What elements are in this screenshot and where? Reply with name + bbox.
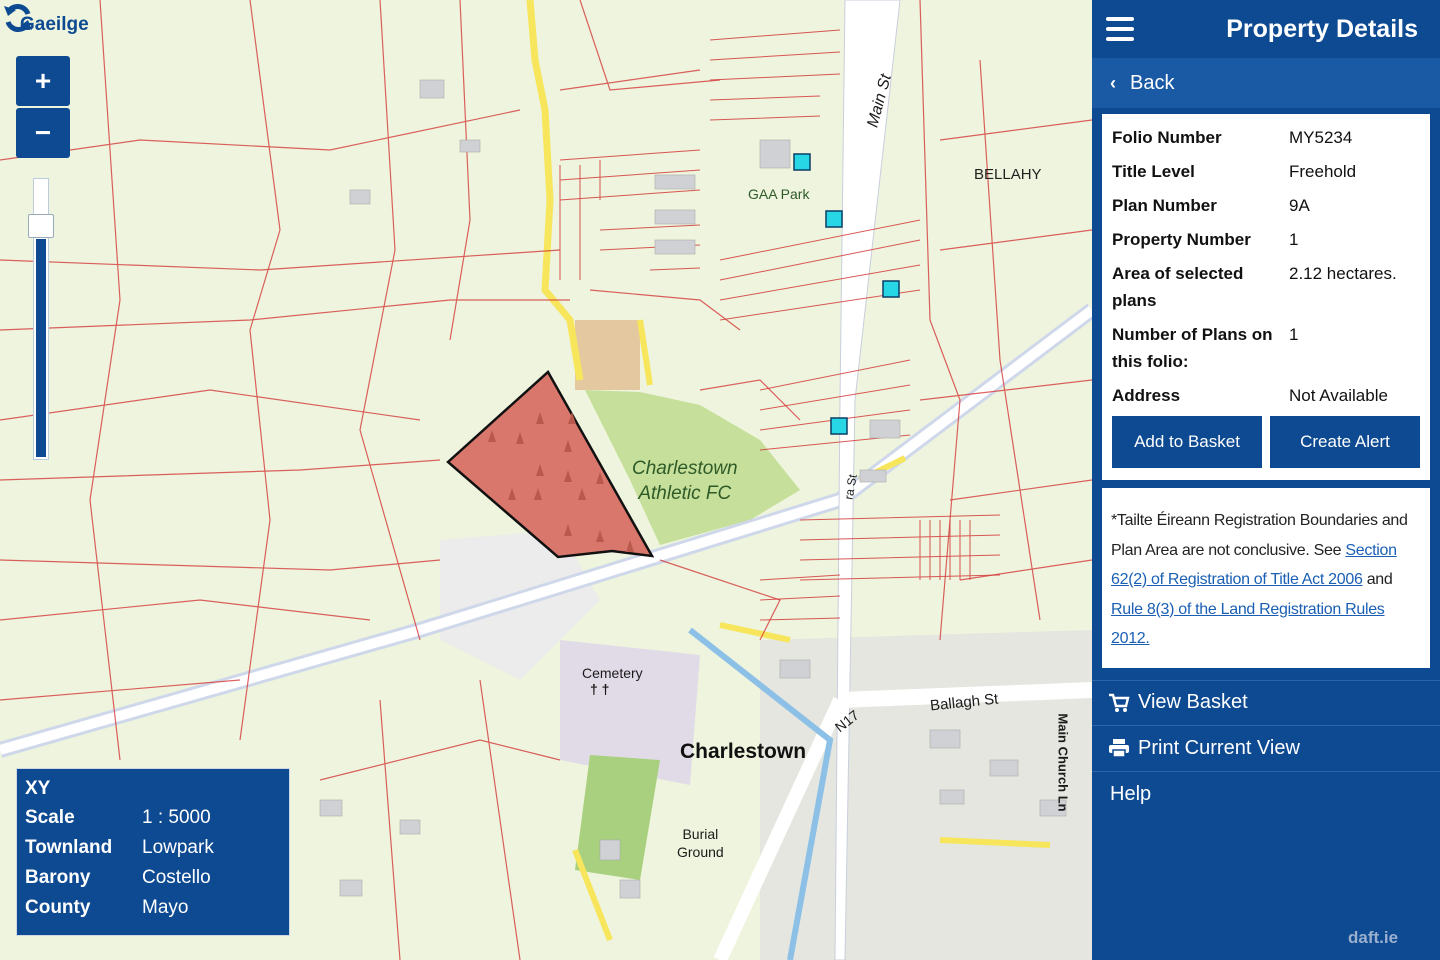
- cart-icon: [1109, 693, 1130, 712]
- sidebar-header: Property Details: [1092, 0, 1440, 58]
- detail-key: Address: [1112, 386, 1181, 405]
- info-key: County: [25, 897, 91, 918]
- detail-value: MY5234: [1289, 128, 1353, 147]
- disclaimer-note: *Tailte Éireann Registration Boundaries …: [1102, 488, 1430, 668]
- view-basket-label: View Basket: [1138, 691, 1248, 713]
- map-label-cemetery: Cemetery † †: [582, 665, 643, 697]
- cemetery-label-text: Cemetery: [582, 665, 643, 681]
- map-label-bellahy: BELLAHY: [974, 166, 1042, 183]
- detail-row-plan-number: Plan Number 9A: [1112, 192, 1420, 219]
- view-basket-menu-item[interactable]: View Basket: [1092, 679, 1440, 726]
- info-value: Lowpark: [142, 837, 214, 858]
- disclaimer-and-text: and: [1362, 571, 1393, 588]
- help-menu-item[interactable]: Help: [1092, 772, 1440, 818]
- info-row-townland: Townland Lowpark: [25, 833, 281, 863]
- cemetery-cross-icon: † †: [590, 681, 610, 697]
- info-value: Mayo: [142, 897, 189, 918]
- map-label-athletic-fc: Charlestown Athletic FC: [632, 456, 738, 506]
- detail-row-number-of-plans: Number of Plans on this folio: 1: [1112, 321, 1420, 375]
- property-details-card: Folio Number MY5234 Title Level Freehold…: [1102, 114, 1430, 480]
- chevron-left-icon: ‹: [1110, 72, 1116, 93]
- info-row-barony: Barony Costello: [25, 863, 281, 893]
- back-button[interactable]: ‹ Back: [1092, 58, 1440, 108]
- add-to-basket-button[interactable]: Add to Basket: [1112, 416, 1262, 468]
- detail-value: 1: [1289, 230, 1299, 249]
- detail-row-title-level: Title Level Freehold: [1112, 158, 1420, 185]
- detail-key: Folio Number: [1112, 128, 1222, 147]
- detail-key: Plan Number: [1112, 196, 1217, 215]
- detail-key: Area of selected plans: [1112, 264, 1244, 310]
- map-canvas[interactable]: Gaeilge BELLAHY GAA Park Charlestown Ath…: [0, 0, 1092, 960]
- zoom-slider-handle[interactable]: [28, 214, 54, 238]
- hamburger-menu-icon[interactable]: [1106, 17, 1134, 41]
- info-value: Costello: [142, 867, 211, 888]
- burial-label-line1: Burial: [682, 826, 719, 842]
- detail-value: 9A: [1289, 196, 1310, 215]
- detail-row-property-number: Property Number 1: [1112, 226, 1420, 253]
- zoom-in-button[interactable]: +: [16, 56, 70, 106]
- help-label: Help: [1110, 783, 1152, 805]
- detail-key: Number of Plans on this folio:: [1112, 325, 1273, 371]
- sidebar-title: Property Details: [1226, 14, 1418, 43]
- zoom-out-button[interactable]: −: [16, 108, 70, 158]
- create-alert-button[interactable]: Create Alert: [1270, 416, 1420, 468]
- print-view-menu-item[interactable]: Print Current View: [1092, 726, 1440, 772]
- property-details-sidebar: Property Details ‹ Back Folio Number MY5…: [1092, 0, 1440, 960]
- info-row-scale: Scale 1 : 5000: [25, 803, 281, 833]
- athletic-label-line1: Charlestown: [632, 458, 738, 479]
- printer-icon: [1109, 739, 1129, 758]
- detail-row-folio: Folio Number MY5234: [1112, 124, 1420, 151]
- detail-row-address: Address Not Available: [1112, 382, 1420, 409]
- info-value: 1 : 5000: [142, 807, 211, 828]
- map-label-church-ln: Main Church Ln: [1055, 713, 1071, 812]
- map-label-gaa-park: GAA Park: [748, 186, 810, 202]
- info-key: Townland: [25, 837, 113, 858]
- athletic-label-line2: Athletic FC: [638, 483, 732, 504]
- map-label-burial-ground: Burial Ground: [677, 825, 724, 861]
- print-view-label: Print Current View: [1138, 736, 1300, 759]
- refresh-icon[interactable]: [0, 0, 36, 36]
- rule-8-link[interactable]: Rule 8(3) of the Land Registration Rules…: [1111, 601, 1385, 648]
- detail-key: Title Level: [1112, 162, 1195, 181]
- detail-value: Freehold: [1289, 162, 1357, 181]
- detail-row-area: Area of selected plans 2.12 hectares.: [1112, 260, 1420, 314]
- zoom-slider-fill: [36, 239, 46, 457]
- info-box-title: XY: [25, 778, 51, 799]
- detail-value: 1: [1289, 325, 1299, 344]
- info-key: Scale: [25, 807, 75, 828]
- info-key: Barony: [25, 867, 91, 888]
- burial-label-line2: Ground: [677, 844, 724, 860]
- info-row-county: County Mayo: [25, 893, 281, 923]
- map-info-box: XY Scale 1 : 5000 Townland Lowpark Baron…: [16, 768, 290, 936]
- detail-value: 2.12 hectares.: [1289, 264, 1397, 283]
- detail-key: Property Number: [1112, 230, 1251, 249]
- map-label-charlestown: Charlestown: [680, 740, 807, 763]
- back-label: Back: [1130, 71, 1175, 94]
- daft-watermark: daft.ie: [1348, 928, 1399, 947]
- action-buttons: Add to Basket Create Alert: [1112, 416, 1420, 468]
- detail-value: Not Available: [1289, 386, 1388, 405]
